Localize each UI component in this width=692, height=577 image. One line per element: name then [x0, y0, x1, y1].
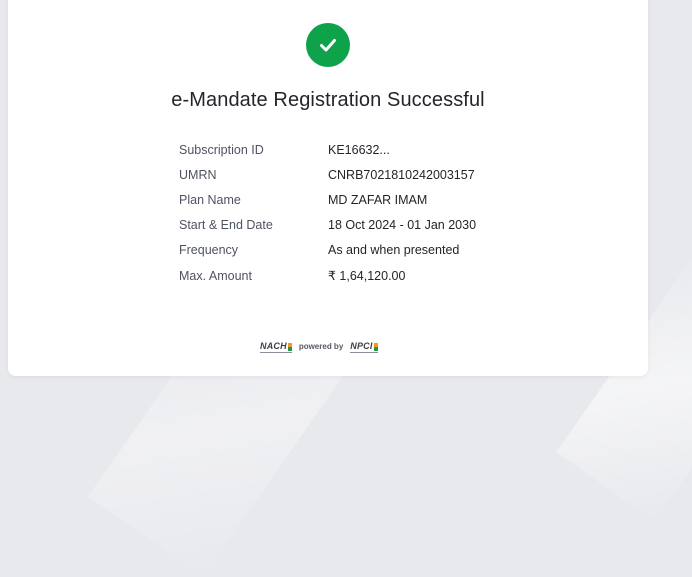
detail-row-max-amount: Max. Amount ₹ 1,64,120.00	[179, 263, 476, 288]
page-title: e-Mandate Registration Successful	[171, 89, 485, 111]
detail-label: Start & End Date	[179, 218, 273, 233]
detail-value: ₹ 1,64,120.00	[328, 269, 406, 284]
detail-value: CNRB7021810242003157	[328, 167, 475, 182]
detail-value: 18 Oct 2024 - 01 Jan 2030	[328, 218, 477, 233]
success-card: e-Mandate Registration Successful Subscr…	[8, 0, 648, 376]
nach-logo: NACH	[260, 341, 292, 353]
detail-label: Frequency	[179, 243, 239, 258]
mandate-details: Subscription ID KE16632... UMRN CNRB7021…	[179, 137, 476, 288]
detail-row-plan-name: Plan Name MD ZAFAR IMAM	[179, 187, 476, 212]
detail-value: As and when presented	[328, 243, 460, 258]
detail-row-umrn: UMRN CNRB7021810242003157	[179, 162, 476, 187]
detail-label: UMRN	[179, 167, 217, 182]
detail-value: KE16632...	[328, 142, 390, 157]
detail-value: MD ZAFAR IMAM	[328, 192, 428, 207]
detail-label: Plan Name	[179, 192, 241, 207]
success-check-icon	[306, 23, 350, 67]
powered-by-text: powered by	[298, 341, 344, 351]
detail-label: Subscription ID	[179, 142, 264, 157]
powered-by-footer: NACH powered by NPCI	[260, 339, 378, 353]
npci-logo: NPCI	[350, 341, 378, 353]
detail-label: Max. Amount	[179, 268, 252, 283]
detail-row-date-range: Start & End Date 18 Oct 2024 - 01 Jan 20…	[179, 213, 476, 238]
detail-row-frequency: Frequency As and when presented	[179, 238, 476, 263]
detail-row-subscription-id: Subscription ID KE16632...	[179, 137, 476, 162]
